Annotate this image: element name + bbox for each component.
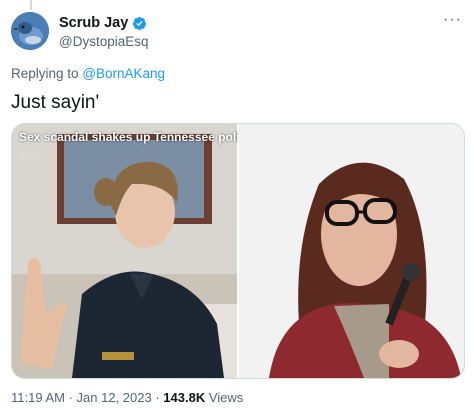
replying-prefix: Replying to [11, 66, 79, 81]
thread-connector-line [30, 0, 32, 10]
meta-separator: · [151, 390, 164, 405]
media-image-right[interactable] [239, 124, 464, 378]
avatar[interactable] [11, 12, 49, 50]
verified-badge-icon [132, 16, 147, 31]
author-handle[interactable]: @DystopiaEsq [59, 34, 149, 49]
video-overlay-time: 01:01 [20, 152, 41, 161]
meta-separator: · [64, 390, 77, 405]
replying-to-line: Replying to @BornAKang [11, 66, 165, 81]
tweet-media-grid[interactable]: Sex scandal shakes up Tennessee poli 01:… [11, 123, 465, 379]
media-image-left[interactable]: Sex scandal shakes up Tennessee poli 01:… [12, 124, 240, 378]
more-options-button[interactable]: ··· [443, 12, 462, 28]
views-label: Views [205, 390, 244, 405]
avatar-bird-image [11, 12, 49, 50]
speaker-photo [239, 124, 464, 378]
tweet-meta: 11:19 AM · Jan 12, 2023 · 143.8K Views [11, 390, 243, 405]
video-overlay-title: Sex scandal shakes up Tennessee poli [19, 130, 240, 144]
tweet-text: Just sayin' [11, 92, 100, 113]
views-count: 143.8K [163, 390, 206, 405]
officer-photo [12, 124, 237, 378]
author-name-row: Scrub Jay [59, 15, 147, 31]
tweet-date[interactable]: Jan 12, 2023 [77, 390, 152, 405]
author-display-name[interactable]: Scrub Jay [59, 15, 128, 31]
replying-to-link[interactable]: @BornAKang [82, 66, 165, 81]
tweet-time[interactable]: 11:19 AM [11, 390, 65, 405]
